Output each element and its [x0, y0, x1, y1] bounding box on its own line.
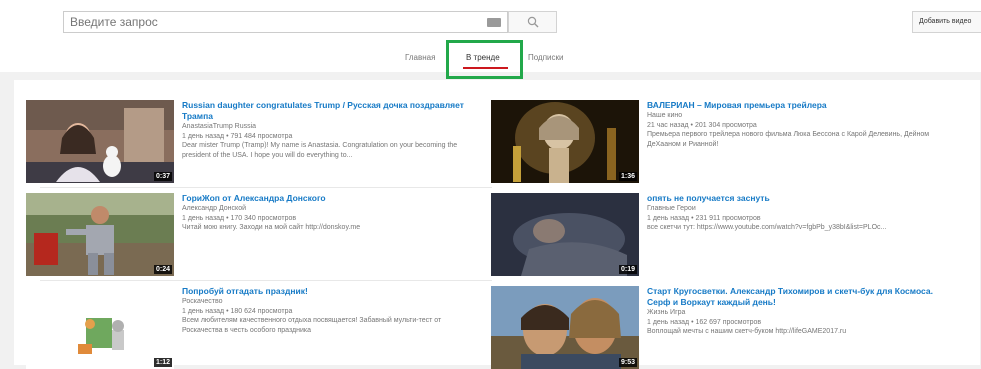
thumbnail-girl-image: [26, 100, 174, 183]
video-title[interactable]: Старт Кругосветки. Александр Тихомиров и…: [647, 286, 947, 308]
video-description: Dear mister Trump (Tramp)! My name is An…: [182, 142, 458, 159]
video-info: ГориЖоп от Александра Донского Александр…: [182, 193, 482, 233]
video-channel[interactable]: AnastasiaTrump Russia: [182, 122, 482, 132]
video-description: Премьера первого трейлера нового фильма …: [647, 131, 930, 148]
keyboard-icon[interactable]: [487, 18, 501, 27]
video-thumbnail[interactable]: 9:53: [491, 286, 639, 369]
video-description: Читай мою книгу. Заходи на мой сайт http…: [182, 224, 361, 231]
video-thumbnail[interactable]: 1:36: [491, 100, 639, 183]
video-views: 162 697 просмотров: [695, 318, 762, 326]
video-channel[interactable]: Роскачество: [182, 297, 482, 307]
video-views: 201 304 просмотра: [694, 121, 757, 129]
video-time-ago: 1 день назад: [182, 132, 225, 140]
video-views: 791 484 просмотра: [230, 132, 293, 140]
video-title[interactable]: Попробуй отгадать праздник!: [182, 286, 482, 297]
top-bar: Добавить видео: [0, 0, 981, 38]
video-description: все скетчи тут: https://www.youtube.com/…: [647, 224, 887, 231]
video-title[interactable]: ВАЛЕРИАН – Мировая премьера трейлера: [647, 100, 947, 111]
row-divider: [40, 187, 492, 188]
video-item[interactable]: 9:53 Старт Кругосветки. Александр Тихоми…: [491, 286, 951, 369]
video-thumbnail[interactable]: 0:24: [26, 193, 174, 276]
thumbnail-travelers-image: [491, 286, 639, 369]
tab-subscriptions[interactable]: Подписки: [528, 53, 563, 62]
search-input[interactable]: [70, 14, 470, 30]
video-duration: 0:37: [153, 172, 172, 181]
video-thumbnail[interactable]: 0:19: [491, 193, 639, 276]
video-stats: 1 день назад • 791 484 просмотра: [182, 132, 293, 140]
thumbnail-sleeping-image: [491, 193, 639, 276]
video-views: 170 340 просмотров: [230, 214, 297, 222]
video-info: Попробуй отгадать праздник! Роскачество …: [182, 286, 482, 335]
video-info: Старт Кругосветки. Александр Тихомиров и…: [647, 286, 947, 337]
video-thumbnail[interactable]: 1:12: [26, 286, 174, 369]
video-description: Всем любителям качественного отдыха посв…: [182, 317, 442, 334]
video-time-ago: 1 день назад: [182, 307, 225, 315]
video-info: Russian daughter congratulates Trump / Р…: [182, 100, 482, 160]
search-button[interactable]: [508, 11, 557, 33]
video-channel[interactable]: Наше кино: [647, 111, 947, 121]
upload-video-button[interactable]: Добавить видео: [912, 11, 981, 33]
video-description: Воплощай мечты с нашим скетч-буком http:…: [647, 328, 847, 335]
video-thumbnail[interactable]: 0:37: [26, 100, 174, 183]
video-time-ago: 21 час назад: [647, 121, 689, 129]
trending-feed: 0:37 Russian daughter congratulates Trum…: [14, 80, 980, 369]
video-duration: 9:53: [618, 358, 637, 367]
video-info: опять не получается заснуть Главные Геро…: [647, 193, 947, 233]
row-divider: [40, 280, 492, 281]
video-channel[interactable]: Александр Донской: [182, 204, 482, 214]
video-stats: 21 час назад • 201 304 просмотра: [647, 121, 757, 129]
video-views: 180 624 просмотра: [230, 307, 293, 315]
thumbnail-valerian-image: [491, 100, 639, 183]
video-title[interactable]: опять не получается заснуть: [647, 193, 947, 204]
video-stats: 1 день назад • 231 911 просмотров: [647, 214, 761, 222]
tab-home[interactable]: Главная: [405, 53, 435, 62]
video-time-ago: 1 день назад: [182, 214, 225, 222]
video-item[interactable]: 1:12 Попробуй отгадать праздник! Роскаче…: [26, 286, 486, 369]
video-info: ВАЛЕРИАН – Мировая премьера трейлера Наш…: [647, 100, 947, 149]
search-box[interactable]: [63, 11, 508, 33]
highlight-box: [446, 40, 523, 79]
video-time-ago: 1 день назад: [647, 318, 690, 326]
video-item[interactable]: 0:24 ГориЖоп от Александра Донского Алек…: [26, 193, 486, 278]
video-duration: 1:36: [618, 172, 637, 181]
search-icon: [527, 16, 539, 28]
thumbnail-man-image: [26, 193, 174, 276]
video-duration: 1:12: [153, 358, 172, 367]
video-item[interactable]: 1:36 ВАЛЕРИАН – Мировая премьера трейлер…: [491, 100, 951, 185]
thumbnail-cartoon-image: [26, 286, 174, 369]
video-stats: 1 день назад • 180 624 просмотра: [182, 307, 293, 315]
video-channel[interactable]: Жизнь Игра: [647, 308, 947, 318]
video-time-ago: 1 день назад: [647, 214, 690, 222]
video-channel[interactable]: Главные Герои: [647, 204, 947, 214]
video-stats: 1 день назад • 170 340 просмотров: [182, 214, 297, 222]
video-item[interactable]: 0:19 опять не получается заснуть Главные…: [491, 193, 951, 278]
video-duration: 0:19: [618, 265, 637, 274]
video-title[interactable]: Russian daughter congratulates Trump / Р…: [182, 100, 482, 122]
video-title[interactable]: ГориЖоп от Александра Донского: [182, 193, 482, 204]
video-stats: 1 день назад • 162 697 просмотров: [647, 318, 762, 326]
video-views: 231 911 просмотров: [695, 214, 761, 222]
video-duration: 0:24: [153, 265, 172, 274]
video-item[interactable]: 0:37 Russian daughter congratulates Trum…: [26, 100, 486, 185]
